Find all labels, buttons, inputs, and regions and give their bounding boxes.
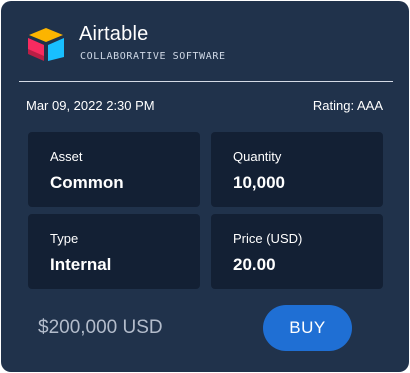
header-divider [19, 81, 393, 82]
brand-name: Airtable [79, 23, 149, 45]
buy-button[interactable]: BUY [263, 305, 352, 351]
total-amount: $200,000 USD [38, 317, 163, 338]
detail-value: Common [50, 173, 124, 192]
trade-datetime: Mar 09, 2022 2:30 PM [26, 98, 155, 113]
detail-value: Internal [50, 255, 112, 274]
detail-value: 20.00 [233, 255, 276, 274]
detail-label: Price (USD) [233, 231, 303, 246]
brand-subtitle: COLLABORATIVE SOFTWARE [80, 51, 226, 62]
rating-label: Rating: AAA [312, 98, 383, 113]
detail-tile-price: Price (USD) 20.00 [211, 214, 383, 289]
detail-value: 10,000 [233, 173, 285, 192]
detail-tile-type: Type Internal [28, 214, 200, 289]
detail-tile-quantity: Quantity 10,000 [211, 132, 383, 207]
card-header: Airtable COLLABORATIVE SOFTWARE [1, 1, 409, 81]
detail-tile-asset: Asset Common [28, 132, 200, 207]
detail-label: Asset [50, 149, 83, 164]
airtable-logo-icon [28, 28, 64, 61]
detail-label: Type [50, 231, 79, 246]
detail-label: Quantity [233, 149, 282, 164]
trade-card: Airtable COLLABORATIVE SOFTWARE Mar 09, … [1, 1, 409, 372]
